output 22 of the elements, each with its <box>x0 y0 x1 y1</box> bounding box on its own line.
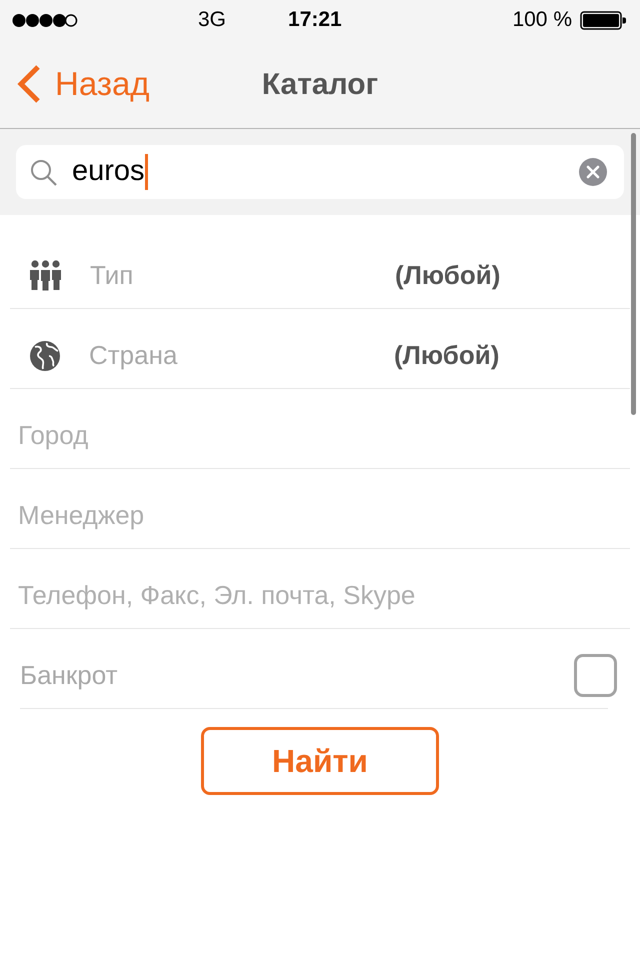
country-label: Страна <box>89 339 178 372</box>
type-value[interactable]: (Любой) <box>395 256 500 295</box>
clear-icon[interactable] <box>579 158 607 186</box>
signal-strength-icon <box>12 12 78 28</box>
globe-icon <box>30 340 60 370</box>
checkbox[interactable] <box>574 654 617 697</box>
network-type: 3G <box>198 7 226 34</box>
search-text: euros <box>72 154 145 190</box>
people-icon <box>30 260 61 291</box>
chevron-left-icon <box>17 65 41 103</box>
battery-icon <box>580 10 626 30</box>
screen-title: Каталог <box>262 66 378 102</box>
battery-percent: 100 % <box>512 7 572 34</box>
bankrupt-label: Банкрот <box>20 659 118 692</box>
type-label: Тип <box>90 259 134 292</box>
country-value[interactable]: (Любой) <box>394 336 500 375</box>
search-icon <box>30 158 57 186</box>
status-time: 17:21 <box>288 7 342 34</box>
manager-field[interactable]: Менеджер <box>10 488 630 544</box>
search-field[interactable]: euros <box>16 145 624 199</box>
city-field[interactable]: Город <box>10 408 630 464</box>
contact-field[interactable]: Телефон, Факс, Эл. почта, Skype <box>10 568 630 624</box>
